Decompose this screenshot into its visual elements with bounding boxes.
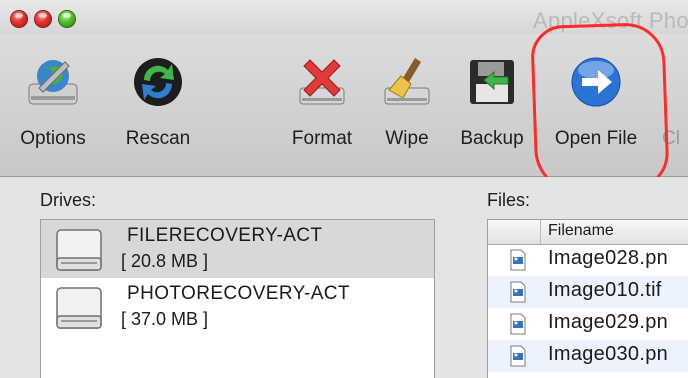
wipe-button[interactable]: Wipe	[372, 48, 442, 168]
file-name: Image010.tif	[548, 279, 662, 301]
image-file-icon	[510, 313, 526, 335]
drive-size: [ 37.0 MB ]	[121, 309, 209, 329]
image-file-icon	[510, 249, 526, 271]
wipe-label: Wipe	[385, 128, 429, 149]
drive-name: PHOTORECOVERY-ACT	[127, 283, 350, 304]
backup-button[interactable]: Backup	[452, 48, 532, 168]
image-file-icon	[510, 281, 526, 303]
hard-drive-icon	[56, 229, 102, 271]
drive-row-photorecovery[interactable]: PHOTORECOVERY-ACT [ 37.0 MB ]	[41, 278, 434, 336]
minimize-window-button[interactable]	[34, 10, 52, 28]
drive-size: [ 20.8 MB ]	[121, 251, 209, 271]
file-name: Image030.pn	[548, 343, 669, 365]
app-window: AppleXsoft Pho Options Rescan Format Wip…	[0, 0, 688, 378]
options-globe-icon	[28, 60, 78, 105]
close-window-button[interactable]	[10, 10, 28, 28]
format-drive-icon	[299, 59, 345, 105]
image-file-icon	[510, 345, 526, 367]
wipe-drive-icon	[384, 58, 430, 105]
main-content: Drives: FILERECOVERY-ACT [ 20.8 MB ] PHO…	[0, 177, 688, 378]
column-header-filename[interactable]: Filename	[548, 222, 614, 240]
file-row[interactable]: Image030.pn	[488, 340, 688, 372]
zoom-window-button[interactable]	[58, 10, 76, 28]
column-separator	[540, 220, 541, 244]
file-name: Image029.pn	[548, 311, 669, 333]
drive-name: FILERECOVERY-ACT	[127, 225, 323, 246]
files-list[interactable]: Filename Image028.pn Image010.tif Image0…	[487, 219, 688, 378]
files-header: Filename	[488, 220, 688, 245]
files-label: Files:	[487, 190, 531, 210]
drives-label: Drives:	[40, 190, 97, 210]
options-button[interactable]: Options	[8, 48, 98, 168]
file-row[interactable]: Image029.pn	[488, 308, 688, 340]
hard-drive-icon	[56, 287, 102, 329]
file-row[interactable]: Image010.tif	[488, 276, 688, 308]
backup-label: Backup	[460, 128, 524, 149]
format-button[interactable]: Format	[280, 48, 364, 168]
backup-floppy-icon	[470, 60, 514, 104]
drive-row-filerecovery[interactable]: FILERECOVERY-ACT [ 20.8 MB ]	[41, 220, 434, 278]
file-row[interactable]: Image028.pn	[488, 244, 688, 276]
drives-list[interactable]: FILERECOVERY-ACT [ 20.8 MB ] PHOTORECOVE…	[40, 219, 435, 378]
rescan-button[interactable]: Rescan	[113, 48, 203, 168]
options-label: Options	[20, 128, 86, 149]
format-label: Format	[291, 128, 353, 149]
red-highlight-annotation	[530, 21, 670, 195]
rescan-icon	[134, 58, 182, 106]
rescan-label: Rescan	[125, 128, 191, 149]
file-name: Image028.pn	[548, 247, 669, 269]
